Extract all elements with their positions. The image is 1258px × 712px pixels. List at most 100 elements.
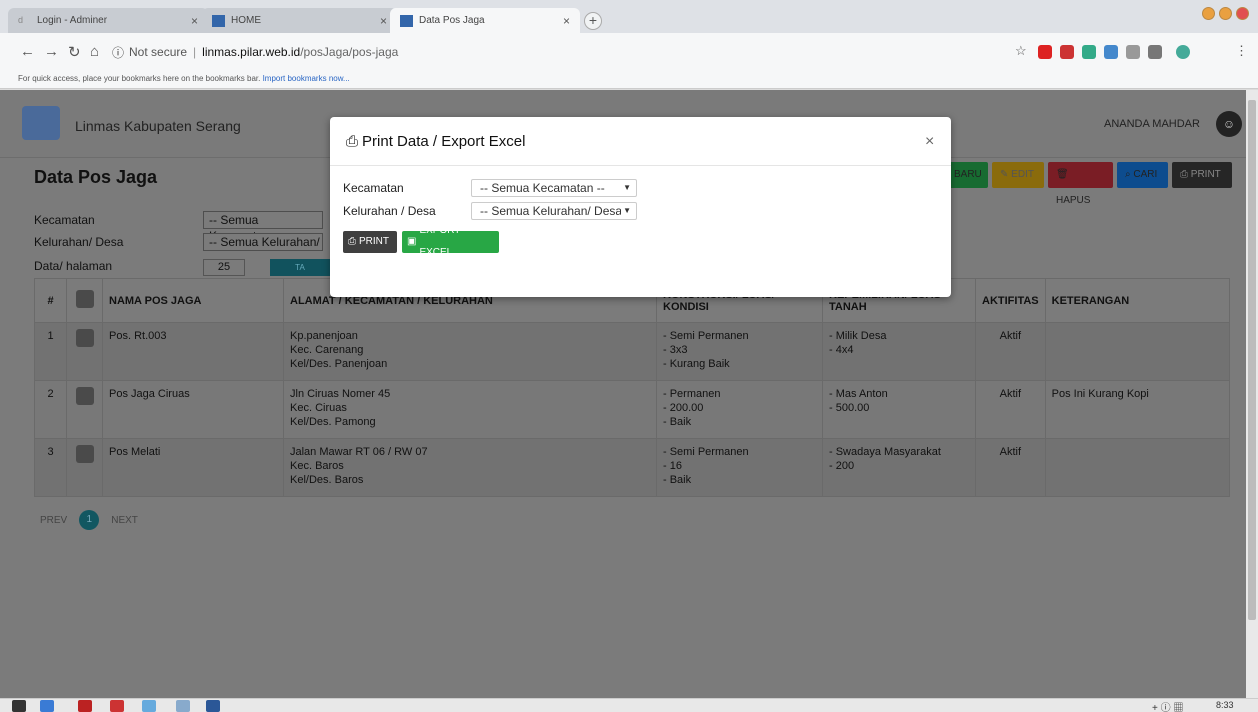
browser-menu-icon[interactable]: ⋮ [1235, 43, 1248, 59]
close-tab-icon[interactable]: × [380, 14, 387, 28]
row-select[interactable] [66, 438, 103, 497]
modal-close-button[interactable]: × [925, 133, 934, 151]
clock: 8:33 [1216, 700, 1234, 710]
kondisi-line: - Baik [663, 474, 692, 486]
row-alamat: Jln Ciruas Nomer 45 Kec. Ciruas Kel/Des. P… [283, 380, 657, 439]
row-select[interactable] [66, 380, 103, 439]
new-tab-button[interactable]: + [584, 12, 602, 30]
row-keterangan [1044, 322, 1231, 381]
luas-tanah-line: - 500.00 [829, 402, 870, 414]
info-icon[interactable]: ⓘ [112, 44, 124, 61]
kecamatan-label: Kecamatan [34, 213, 95, 227]
adblock-extension-icon[interactable] [1060, 45, 1074, 59]
modal-kecamatan-value: -- Semua Kecamatan -- [480, 181, 605, 195]
minimize-button[interactable] [1202, 7, 1215, 20]
prev-page-link[interactable]: PREV [40, 515, 67, 526]
modal-kecamatan-select[interactable]: -- Semua Kecamatan -- ▼ [471, 179, 637, 197]
chrome-app-icon[interactable] [40, 700, 54, 712]
url-host: linmas.pilar.web.id [202, 45, 301, 59]
app-name[interactable]: Linmas Kabupaten Serang [75, 118, 241, 134]
scrollbar-thumb[interactable] [1248, 100, 1256, 620]
folder-app-icon[interactable] [142, 700, 156, 712]
sublime-app-icon[interactable] [110, 700, 124, 712]
row-nama: Pos Melati [102, 438, 284, 497]
row-checkbox[interactable] [75, 445, 94, 463]
import-bookmarks-link[interactable]: Import bookmarks now... [263, 74, 350, 83]
user-avatar-icon[interactable]: ☺ [1216, 111, 1242, 137]
page-1-button[interactable]: 1 [79, 510, 100, 530]
col-aktifitas: AKTIFITAS [975, 278, 1046, 323]
word-app-icon[interactable] [206, 700, 220, 712]
close-window-button[interactable] [1236, 7, 1249, 20]
new-button[interactable]: BARU [946, 162, 988, 188]
reload-icon[interactable]: ↻ [68, 43, 81, 61]
luas-tanah-line: - 4x4 [829, 344, 854, 356]
table-row[interactable]: 1 Pos. Rt.003 Kp.panenjoan Kec. Carenang K… [34, 322, 1231, 381]
extension-icon[interactable] [1126, 45, 1140, 59]
page-scrollbar[interactable] [1246, 90, 1258, 698]
translate-extension-icon[interactable] [1104, 45, 1118, 59]
close-tab-icon[interactable]: × [191, 14, 198, 28]
extension-icon[interactable] [1148, 45, 1162, 59]
site-favicon-icon [400, 14, 413, 27]
tab-adminer[interactable]: d Login - Adminer × [8, 8, 208, 33]
row-checkbox[interactable] [75, 387, 94, 405]
konstruksi-line: - Semi Permanen [663, 330, 749, 342]
maximize-button[interactable] [1219, 7, 1232, 20]
row-checkbox[interactable] [75, 329, 94, 347]
search-button-label: CARI [1133, 169, 1158, 180]
url-field[interactable]: ⓘ Not secure | linmas.pilar.web.id /posJ… [112, 42, 992, 62]
close-tab-icon[interactable]: × [563, 14, 570, 28]
modal-print-button[interactable]: ⎙ PRINT [343, 231, 397, 253]
app-icon[interactable] [176, 700, 190, 712]
row-kepemilikan: - Milik Desa - 4x4 [822, 322, 976, 381]
bookmarks-hint: For quick access, place your bookmarks h… [18, 74, 261, 83]
os-taskbar: + ⓘ ▦ 8:33 [0, 698, 1258, 712]
delete-button[interactable]: 🗑 HAPUS [1048, 162, 1113, 206]
printer-icon: ⎙ [346, 133, 359, 150]
kelurahan-select[interactable]: -- Semua Kelurahan/ [203, 233, 323, 251]
row-select[interactable] [66, 322, 103, 381]
kecamatan-line: Kec. Baros [290, 460, 344, 472]
row-kepemilikan: - Swadaya Masyarakat - 200 [822, 438, 976, 497]
system-tray[interactable]: + ⓘ ▦ [1152, 699, 1183, 712]
kelurahan-label: Kelurahan/ Desa [34, 235, 124, 249]
luas-line: - 3x3 [663, 344, 688, 356]
site-favicon-icon [212, 14, 225, 27]
search-button[interactable]: ⌕ CARI [1117, 162, 1168, 188]
show-button[interactable]: TA [270, 259, 330, 276]
user-name[interactable]: ANANDA MAHDAR [1104, 118, 1200, 130]
row-aktifitas: Aktif [975, 438, 1046, 497]
col-select-all[interactable] [66, 278, 103, 323]
table-row[interactable]: 2 Pos Jaga Ciruas Jln Ciruas Nomer 45 Kec… [34, 380, 1231, 439]
extension-icon[interactable] [1082, 45, 1096, 59]
tab-data-pos-jaga[interactable]: Data Pos Jaga × [390, 8, 580, 33]
col-number: # [34, 278, 67, 323]
dropdown-arrow-icon: ▼ [623, 183, 631, 192]
filezilla-app-icon[interactable] [78, 700, 92, 712]
kecamatan-select[interactable]: -- Semua Kecamatan [203, 211, 323, 243]
per-page-input[interactable]: 25 [203, 259, 245, 276]
edit-button[interactable]: ✎ EDIT [992, 162, 1044, 188]
table-row[interactable]: 3 Pos Melati Jalan Mawar RT 06 / RW 07 Ke… [34, 438, 1231, 497]
modal-kelurahan-select[interactable]: -- Semua Kelurahan/ Desa ▼ [471, 202, 637, 220]
profile-avatar-icon[interactable] [1176, 45, 1190, 59]
tab-home[interactable]: HOME × [202, 8, 397, 33]
back-icon[interactable]: ← [20, 43, 35, 60]
print-export-modal: ⎙ Print Data / Export Excel × Kecamatan … [330, 117, 951, 297]
row-alamat: Jalan Mawar RT 06 / RW 07 Kec. Baros Kel/D… [283, 438, 657, 497]
select-all-checkbox[interactable] [75, 290, 94, 308]
next-page-link[interactable]: NEXT [111, 515, 138, 526]
home-icon[interactable]: ⌂ [90, 43, 99, 60]
kelurahan-line: Kel/Des. Panenjoan [290, 358, 388, 370]
new-button-label: BARU [954, 169, 982, 180]
opera-extension-icon[interactable] [1038, 45, 1052, 59]
forward-icon[interactable]: → [44, 43, 59, 60]
kondisi-line: - Baik [663, 416, 692, 428]
print-button[interactable]: ⎙ PRINT [1172, 162, 1232, 188]
security-label: Not secure [129, 45, 188, 59]
per-page-label: Data/ halaman [34, 259, 113, 273]
bookmark-star-icon[interactable]: ☆ [1015, 43, 1027, 59]
apple-menu-icon[interactable] [12, 700, 26, 712]
export-excel-button[interactable]: ▣ EXPORT EXCEL [402, 225, 499, 258]
